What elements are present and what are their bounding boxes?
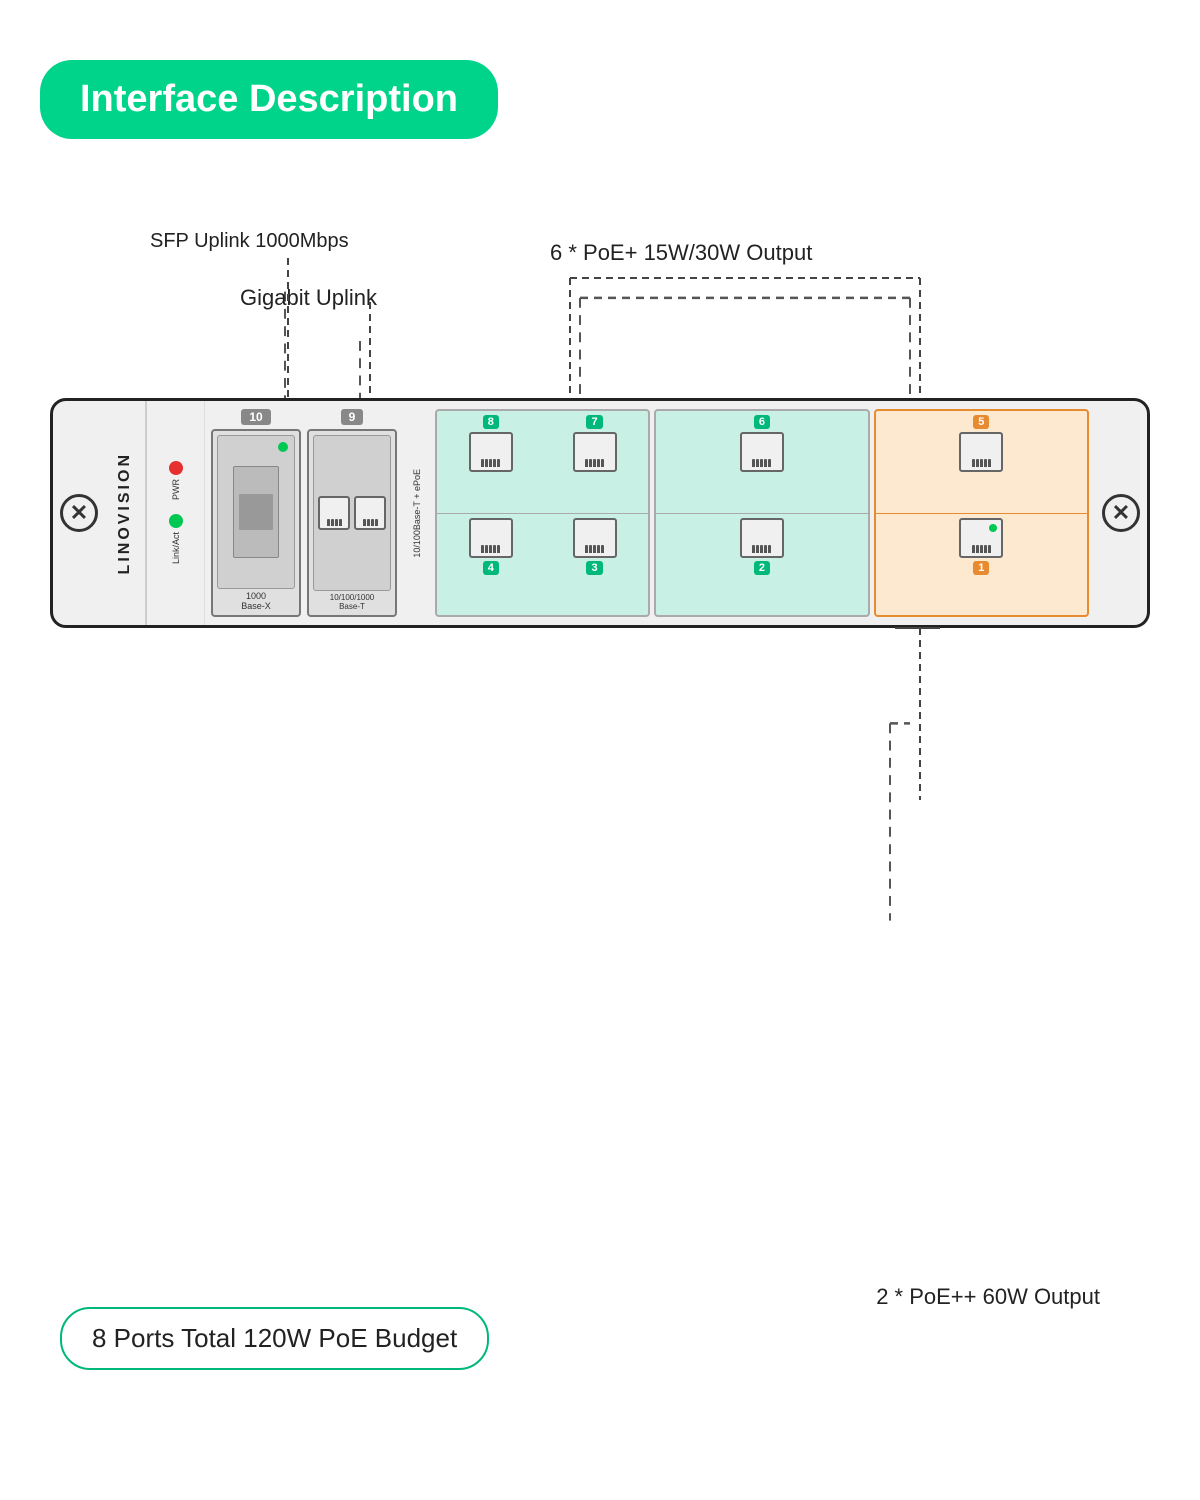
brand-text: LINOVISION: [116, 452, 134, 574]
annotation-lines: [40, 230, 1160, 1340]
port-6-container: 6: [660, 415, 863, 509]
rj45-port-5: [959, 432, 1003, 472]
rj45-port-2: [740, 518, 784, 558]
rj45-uplink-port-1: [318, 496, 350, 530]
label-poe-plusplus: 2 * PoE++ 60W Output: [876, 1284, 1100, 1310]
epoe-label-text: 10/100Base-T + ePoE: [412, 469, 422, 558]
port-2-container: 2: [660, 518, 863, 612]
port-1-badge: 1: [973, 561, 989, 575]
led-pwr-group: PWR: [169, 461, 183, 500]
port-3-container: 3: [545, 518, 645, 612]
rj45-port-1: [959, 518, 1003, 558]
led-linkact-dot: [169, 514, 183, 528]
left-connector: [50, 502, 53, 532]
port-7-badge: 7: [586, 415, 602, 429]
led-pwr-dot: [169, 461, 183, 475]
page-container: Interface Description SFP Uplink 1000Mbp…: [0, 0, 1200, 1500]
switch-device: ✕ LINOVISION PWR Link/Act: [50, 398, 1150, 628]
right-screw-circle: ✕: [1102, 494, 1140, 532]
rj45-port-7: [573, 432, 617, 472]
port-group-8-7: 8: [435, 409, 650, 617]
rj45-uplink-group: 9: [307, 409, 397, 617]
port-3-badge: 3: [586, 561, 602, 575]
left-screw-circle: ✕: [60, 494, 98, 532]
header-title: Interface Description: [80, 78, 458, 120]
port-2-badge: 2: [754, 561, 770, 575]
ports-section: 10 1000Base-X: [205, 401, 1095, 625]
epoe-section: 10/100Base-T + ePoE 8: [403, 409, 1089, 617]
rj45-uplink-port-2: [354, 496, 386, 530]
diagram-area: SFP Uplink 1000Mbps Gigabit Uplink 6 * P…: [40, 230, 1160, 1340]
led-linkact-label: Link/Act: [171, 532, 181, 564]
brand-section: LINOVISION: [105, 401, 147, 625]
sfp-port-label: 1000Base-X: [241, 591, 271, 611]
port-4-container: 4: [441, 518, 541, 612]
rj45-port-6: [740, 432, 784, 472]
dashed-lines-svg: [40, 230, 1160, 1340]
label-poe-plus: 6 * PoE+ 15W/30W Output: [550, 240, 812, 266]
budget-label: 8 Ports Total 120W PoE Budget: [92, 1323, 457, 1353]
rj45-port-4: [469, 518, 513, 558]
label-gigabit-uplink: Gigabit Uplink: [240, 285, 377, 311]
epoe-label-container: 10/100Base-T + ePoE: [403, 409, 431, 617]
port-group-top: 8: [437, 411, 648, 514]
led-pwr-label: PWR: [171, 479, 181, 500]
led-linkact-group: Link/Act: [169, 514, 183, 564]
port-1-container: 1: [880, 518, 1083, 612]
port-7-container: 7: [545, 415, 645, 509]
port-9-badge: 9: [341, 409, 364, 425]
port-5-badge: 5: [973, 415, 989, 429]
port-8-badge: 8: [483, 415, 499, 429]
leds-section: PWR Link/Act: [147, 401, 205, 625]
port-group-5: 5: [874, 409, 1089, 617]
sfp-cage-inner: [217, 435, 295, 589]
port-8-container: 8: [441, 415, 541, 509]
right-screw: ✕: [1095, 401, 1147, 625]
sfp-cage: 1000Base-X: [211, 429, 301, 617]
sfp-port-group: 10 1000Base-X: [211, 409, 301, 617]
sfp-led: [278, 442, 288, 452]
budget-badge: 8 Ports Total 120W PoE Budget: [60, 1307, 489, 1370]
port-group-bottom: 4: [437, 514, 648, 616]
rj45-port-8: [469, 432, 513, 472]
port-5-container: 5: [880, 415, 1083, 509]
rj45-uplink-cage: 10/100/1000Base-T: [307, 429, 397, 617]
port-4-badge: 4: [483, 561, 499, 575]
rj45-uplink-inner: [313, 435, 391, 591]
header-badge: Interface Description: [40, 60, 498, 139]
port-group-6: 6: [654, 409, 869, 617]
rj45-uplink-label: 10/100/1000Base-T: [330, 593, 375, 611]
label-sfp-uplink: SFP Uplink 1000Mbps: [150, 230, 349, 253]
port-10-badge: 10: [241, 409, 270, 425]
port-6-badge: 6: [754, 415, 770, 429]
sfp-module: [233, 466, 279, 557]
left-screw: ✕: [53, 401, 105, 625]
port-1-led: [989, 524, 997, 532]
rj45-port-3: [573, 518, 617, 558]
